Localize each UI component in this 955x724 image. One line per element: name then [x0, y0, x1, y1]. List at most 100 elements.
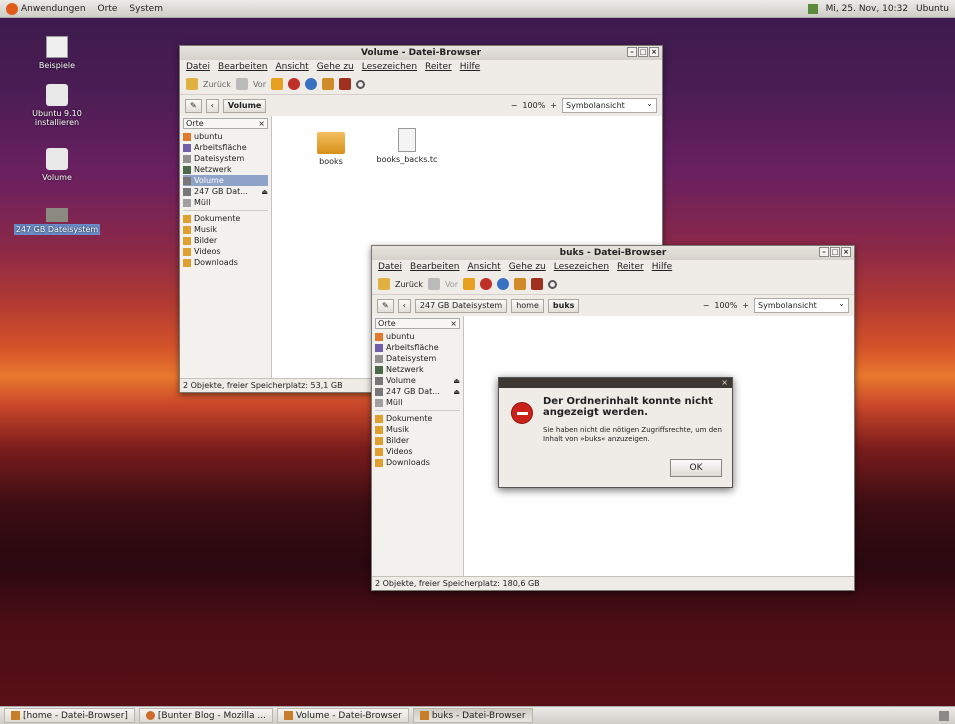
back-button[interactable]: Zurück: [203, 80, 231, 89]
computer-icon[interactable]: [339, 78, 351, 90]
sidebar-item-filesystem[interactable]: Dateisystem: [183, 153, 268, 164]
menu-file[interactable]: Datei: [186, 62, 210, 72]
home-icon[interactable]: [322, 78, 334, 90]
sidebar-item-music[interactable]: Musik: [375, 424, 460, 435]
forward-arrow-icon[interactable]: [427, 278, 440, 290]
forward-button[interactable]: Vor: [253, 80, 266, 89]
menu-file[interactable]: Datei: [378, 262, 402, 272]
minimize-button[interactable]: –: [627, 47, 637, 57]
sidebar-item-desktop[interactable]: Arbeitsfläche: [375, 342, 460, 353]
sidebar-item-desktop[interactable]: Arbeitsfläche: [183, 142, 268, 153]
sidebar-item-trash[interactable]: Müll: [183, 197, 268, 208]
eject-icon[interactable]: ⏏: [261, 188, 268, 196]
stop-icon[interactable]: [288, 78, 300, 90]
sidebar-item-pictures[interactable]: Bilder: [375, 435, 460, 446]
menu-edit[interactable]: Bearbeiten: [218, 62, 267, 72]
reload-icon[interactable]: [305, 78, 317, 90]
sidebar-item-pictures[interactable]: Bilder: [183, 235, 268, 246]
sidebar-item-videos[interactable]: Videos: [375, 446, 460, 457]
sidebar-item-videos[interactable]: Videos: [183, 246, 268, 257]
sidebar-item-network[interactable]: Netzwerk: [183, 164, 268, 175]
computer-icon[interactable]: [531, 278, 543, 290]
minimize-button[interactable]: –: [819, 247, 829, 257]
search-icon[interactable]: [548, 279, 557, 289]
sidebar-item-volume[interactable]: Volume: [183, 175, 268, 186]
menu-help[interactable]: Hilfe: [460, 62, 480, 72]
taskbar-item-firefox[interactable]: [Bunter Blog - Mozilla ...: [138, 708, 273, 723]
applications-menu[interactable]: Anwendungen: [0, 2, 92, 15]
sidebar-item-volume[interactable]: Volume ⏏: [375, 375, 460, 386]
reload-icon[interactable]: [497, 278, 509, 290]
path-volume-button[interactable]: Volume: [222, 98, 267, 113]
sidebar-header[interactable]: Orte ×: [375, 318, 460, 329]
clock[interactable]: Mi, 25. Nov, 10:32: [826, 4, 908, 14]
window-titlebar[interactable]: Volume - Datei-Browser – □ ×: [180, 46, 662, 60]
user-name[interactable]: Ubuntu: [916, 4, 949, 14]
file-item-books[interactable]: books: [296, 132, 366, 166]
path-filesystem-button[interactable]: 247 GB Dateisystem: [414, 298, 508, 313]
sidebar-item-home[interactable]: ubuntu: [183, 131, 268, 142]
taskbar-item-buks[interactable]: buks - Datei-Browser: [412, 708, 533, 723]
menu-go[interactable]: Gehe zu: [317, 62, 354, 72]
up-icon[interactable]: [271, 78, 283, 90]
view-select[interactable]: Symbolansicht: [562, 97, 657, 113]
menu-tabs[interactable]: Reiter: [425, 62, 452, 72]
edit-location-button[interactable]: ✎: [377, 298, 394, 313]
menu-help[interactable]: Hilfe: [652, 262, 672, 272]
path-left-button[interactable]: ‹: [205, 98, 219, 113]
menu-go[interactable]: Gehe zu: [509, 262, 546, 272]
menu-tabs[interactable]: Reiter: [617, 262, 644, 272]
menu-bookmarks[interactable]: Lesezeichen: [362, 62, 417, 72]
sidebar-item-247gb[interactable]: 247 GB Dat... ⏏: [375, 386, 460, 397]
sidebar-item-documents[interactable]: Dokumente: [183, 213, 268, 224]
menu-view[interactable]: Ansicht: [467, 262, 500, 272]
sidebar-item-network[interactable]: Netzwerk: [375, 364, 460, 375]
close-icon[interactable]: ×: [258, 119, 265, 128]
home-icon[interactable]: [514, 278, 526, 290]
network-icon[interactable]: [807, 3, 818, 14]
up-icon[interactable]: [463, 278, 475, 290]
view-select[interactable]: Symbolansicht: [754, 297, 849, 313]
sidebar-header[interactable]: Orte ×: [183, 118, 268, 129]
desktop-icon-examples[interactable]: Beispiele: [12, 36, 102, 70]
zoom-out-icon[interactable]: −: [511, 101, 518, 110]
menu-edit[interactable]: Bearbeiten: [410, 262, 459, 272]
zoom-in-icon[interactable]: +: [742, 301, 749, 310]
eject-icon[interactable]: ⏏: [453, 388, 460, 396]
window-titlebar[interactable]: buks - Datei-Browser – □ ×: [372, 246, 854, 260]
workspace-switcher-icon[interactable]: [939, 710, 949, 721]
path-home-button[interactable]: home: [511, 298, 544, 313]
edit-location-button[interactable]: ✎: [185, 98, 202, 113]
sidebar-item-247gb[interactable]: 247 GB Dat... ⏏: [183, 186, 268, 197]
sidebar-item-trash[interactable]: Müll: [375, 397, 460, 408]
search-icon[interactable]: [356, 79, 365, 89]
forward-arrow-icon[interactable]: [235, 78, 248, 90]
stop-icon[interactable]: [480, 278, 492, 290]
zoom-out-icon[interactable]: −: [703, 301, 710, 310]
back-button[interactable]: Zurück: [395, 280, 423, 289]
system-menu[interactable]: System: [123, 4, 169, 14]
back-arrow-icon[interactable]: [378, 278, 390, 290]
maximize-button[interactable]: □: [830, 247, 840, 257]
maximize-button[interactable]: □: [638, 47, 648, 57]
close-icon[interactable]: ×: [450, 319, 457, 328]
places-menu[interactable]: Orte: [92, 4, 124, 14]
taskbar-item-volume[interactable]: Volume - Datei-Browser: [276, 708, 409, 723]
desktop-icon-volume[interactable]: Volume: [12, 148, 102, 182]
sidebar-item-documents[interactable]: Dokumente: [375, 413, 460, 424]
path-left-button[interactable]: ‹: [397, 298, 411, 313]
sidebar-item-downloads[interactable]: Downloads: [183, 257, 268, 268]
sidebar-item-music[interactable]: Musik: [183, 224, 268, 235]
close-icon[interactable]: ×: [721, 378, 728, 388]
zoom-in-icon[interactable]: +: [550, 101, 557, 110]
sidebar-item-filesystem[interactable]: Dateisystem: [375, 353, 460, 364]
forward-button[interactable]: Vor: [445, 280, 458, 289]
close-button[interactable]: ×: [649, 47, 659, 57]
desktop-icon-install[interactable]: Ubuntu 9.10 installieren: [12, 84, 102, 127]
file-item-books-backs[interactable]: books_backs.tc: [372, 128, 442, 164]
close-button[interactable]: ×: [841, 247, 851, 257]
taskbar-item-home[interactable]: [home - Datei-Browser]: [4, 708, 135, 723]
sidebar-item-downloads[interactable]: Downloads: [375, 457, 460, 468]
ok-button[interactable]: OK: [670, 459, 722, 477]
back-arrow-icon[interactable]: [186, 78, 198, 90]
